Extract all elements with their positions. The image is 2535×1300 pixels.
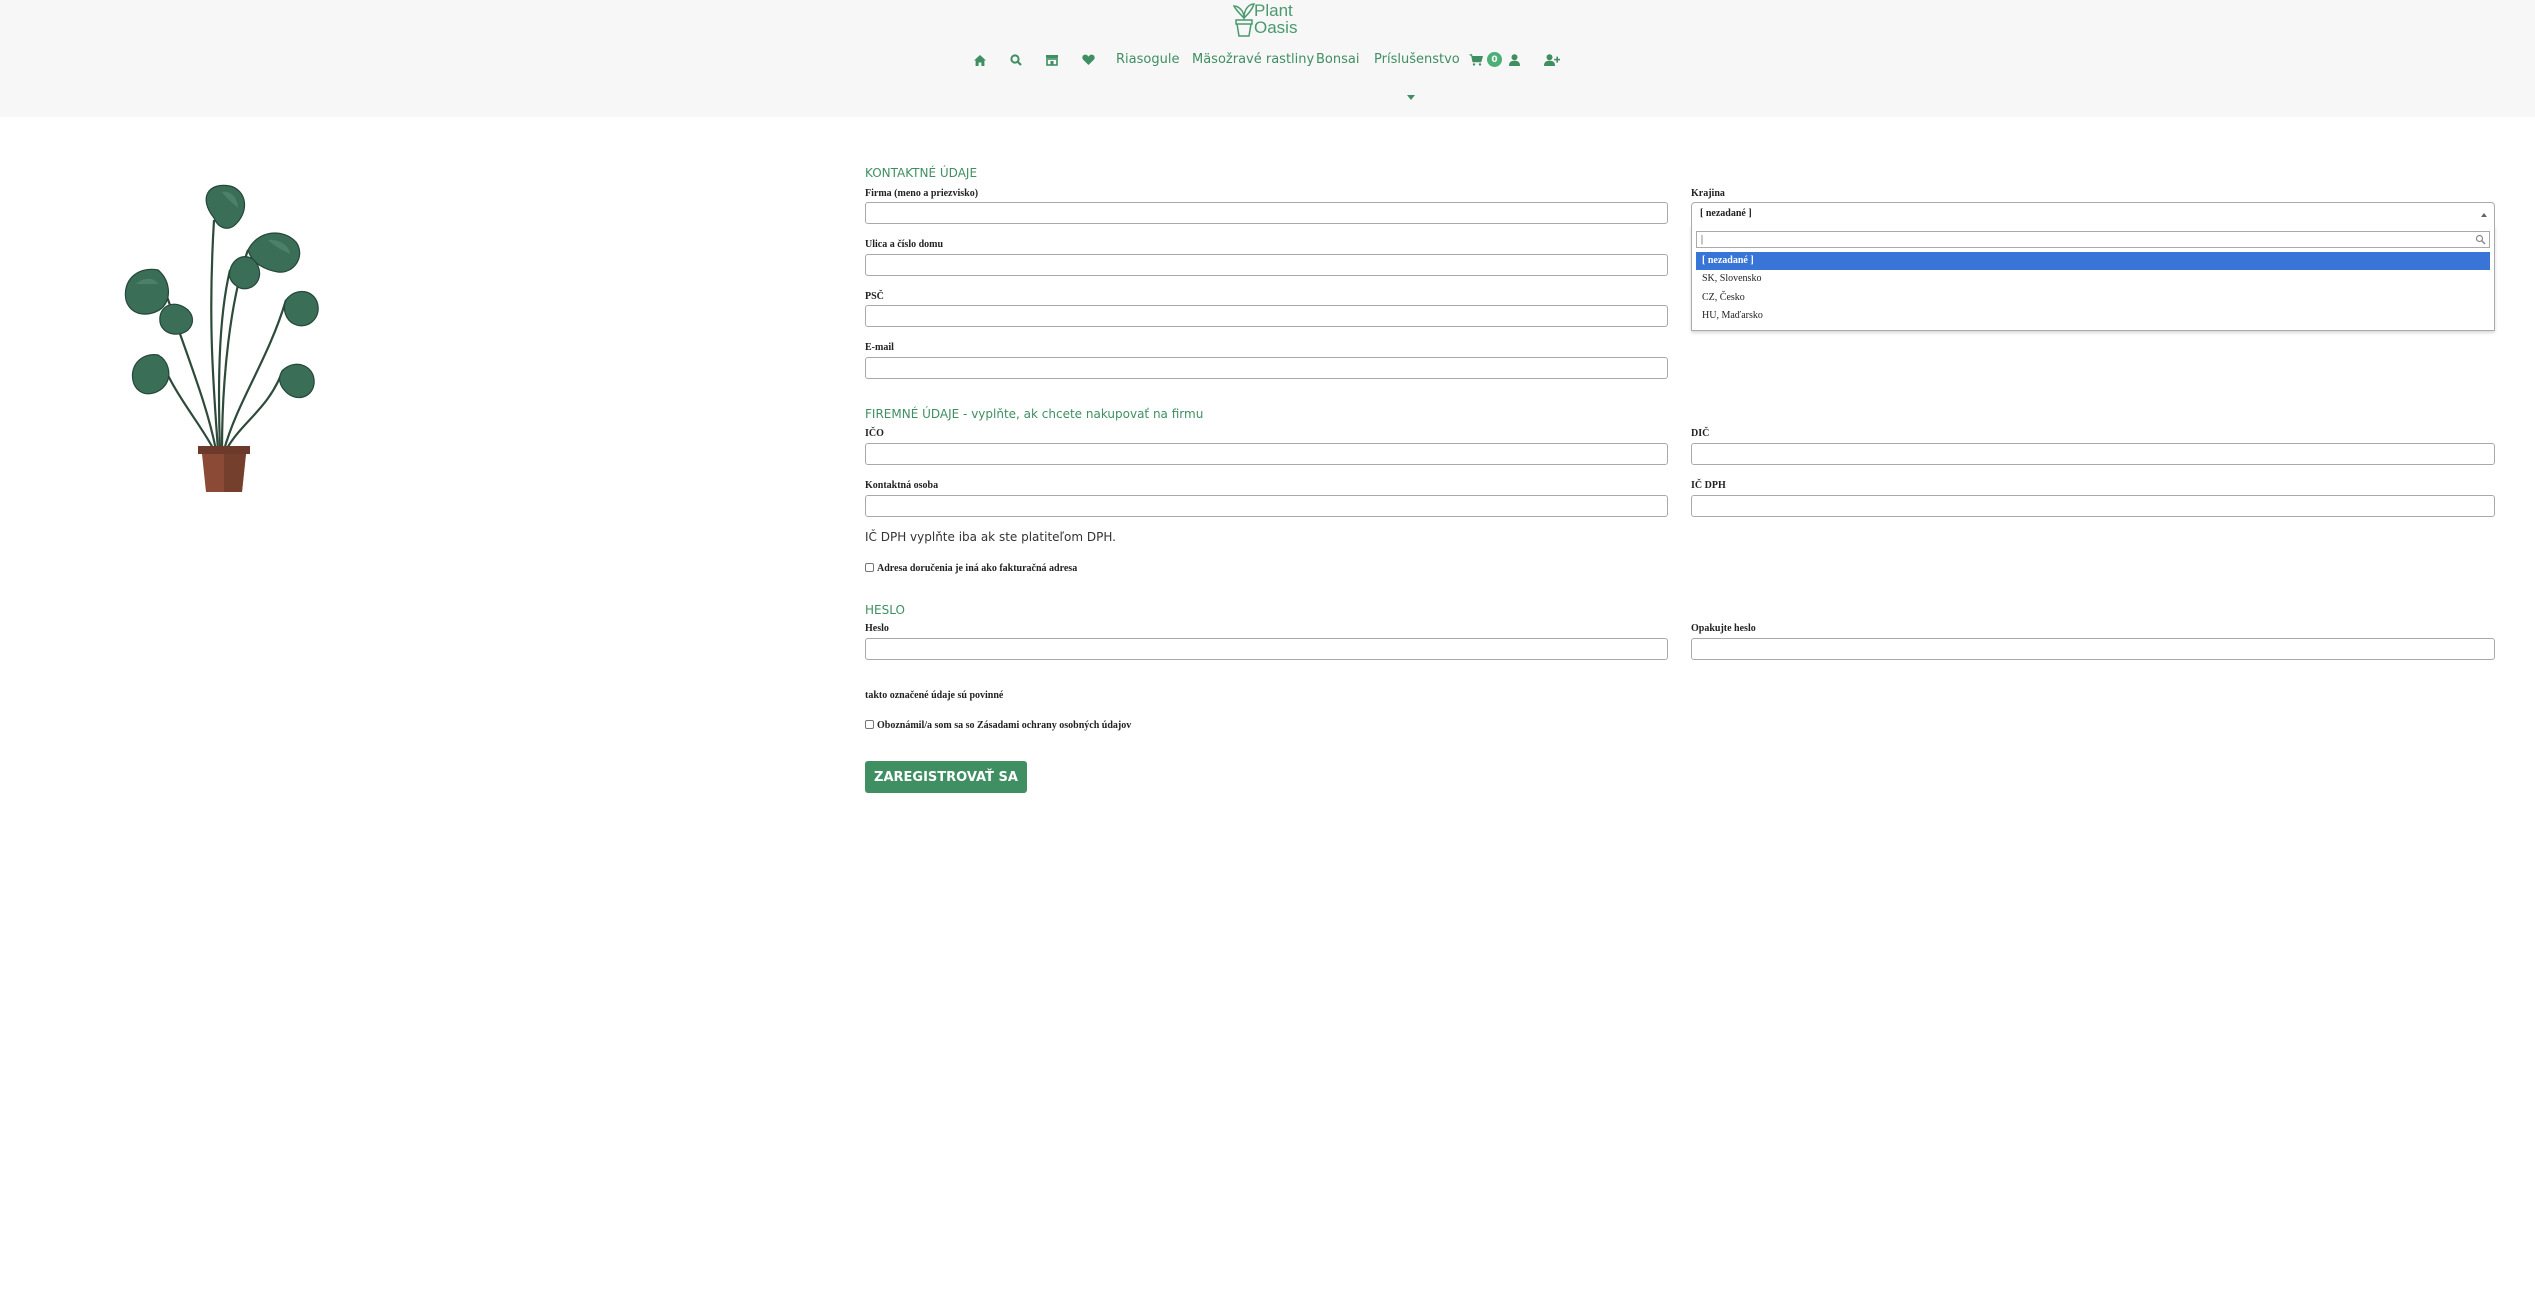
nav-link-riasogule[interactable]: Riasogule (1116, 52, 1179, 67)
country-label: Krajina (1691, 188, 1725, 199)
street-label: Ulica a číslo domu (865, 239, 944, 250)
logo-plant-icon (1232, 3, 1256, 37)
country-selected-value: [ nezadané ] (1700, 208, 1752, 219)
nav-link-accessories[interactable]: Príslušenstvo (1374, 52, 1460, 67)
password-label: Heslo (865, 623, 889, 634)
zip-input[interactable] (865, 305, 1668, 327)
delivery-address-label: Adresa doručenia je iná ako fakturačná a… (877, 563, 1078, 574)
country-select[interactable]: [ nezadané ] (1691, 202, 2495, 226)
company-label: Firma (meno a priezvisko) (865, 188, 979, 199)
icdph-label: IČ DPH (1691, 480, 1726, 491)
user-plus-icon[interactable] (1543, 50, 1561, 70)
country-dropdown: | [ nezadané ] SK, Slovensko CZ, Česko H… (1691, 225, 2495, 331)
contact-person-label: Kontaktná osoba (865, 480, 939, 491)
contact-section-title: KONTAKTNÉ ÚDAJE (865, 166, 978, 180)
consent-prefix: Oboznámil/a som sa so (877, 720, 978, 731)
company-section-title: FIREMNÉ ÚDAJE - vyplňte, ak chcete nakup… (865, 407, 1204, 421)
home-icon[interactable] (971, 50, 989, 70)
ico-input[interactable] (865, 443, 1668, 465)
dic-input[interactable] (1691, 443, 2495, 465)
contact-person-input[interactable] (865, 495, 1668, 517)
more-menu-chevron-down-icon[interactable] (1407, 95, 1415, 100)
company-input[interactable] (865, 202, 1668, 224)
logo[interactable]: Plant Oasis (1230, 0, 1302, 40)
repeat-password-input[interactable] (1691, 638, 2495, 660)
country-option[interactable]: CZ, Česko (1696, 289, 2490, 307)
required-note: takto označené údaje sú povinné (865, 690, 1004, 701)
country-search-value: | (1701, 234, 1704, 245)
repeat-password-label: Opakujte heslo (1691, 623, 1756, 634)
search-icon[interactable] (1007, 50, 1025, 70)
cart-count-badge: 0 (1487, 52, 1502, 67)
consent-label: Oboznámil/a som sa so Zásadami ochrany o… (877, 720, 1131, 731)
icdph-note: IČ DPH vyplňte iba ak ste platiteľom DPH… (865, 530, 1116, 544)
plant-illustration (124, 184, 319, 492)
password-section-title: HESLO (865, 603, 905, 617)
country-option[interactable]: [ nezadané ] (1696, 252, 2490, 270)
consent-checkbox[interactable] (865, 720, 874, 729)
country-option[interactable]: SK, Slovensko (1696, 270, 2490, 288)
ico-label: IČO (865, 428, 884, 439)
header-bar: Plant Oasis Riasogule Mäsožravé rastliny… (0, 0, 2535, 117)
search-icon (2475, 234, 2486, 245)
street-input[interactable] (865, 254, 1668, 276)
email-input[interactable] (865, 357, 1668, 379)
privacy-policy-link[interactable]: Zásadami ochrany osobných údajov (977, 720, 1131, 731)
logo-text-bottom: Oasis (1254, 18, 1298, 37)
nav-link-carnivorous-plants[interactable]: Mäsožravé rastliny (1192, 52, 1314, 67)
email-label: E-mail (865, 342, 894, 353)
password-input[interactable] (865, 638, 1668, 660)
cart-icon[interactable] (1467, 50, 1485, 70)
store-icon[interactable] (1043, 50, 1061, 70)
heart-icon[interactable] (1079, 50, 1097, 70)
delivery-address-checkbox[interactable] (865, 563, 874, 572)
country-search-input[interactable]: | (1696, 231, 2490, 248)
chevron-up-icon (2481, 213, 2487, 217)
icdph-input[interactable] (1691, 495, 2495, 517)
zip-label: PSČ (865, 291, 884, 302)
register-button[interactable]: ZAREGISTROVAŤ SA (865, 761, 1027, 793)
nav-link-bonsai[interactable]: Bonsai (1316, 52, 1359, 67)
dic-label: DIČ (1691, 428, 1710, 439)
country-option[interactable]: HU, Maďarsko (1696, 307, 2490, 325)
user-icon[interactable] (1505, 50, 1523, 70)
logo-text-top: Plant (1254, 1, 1293, 20)
